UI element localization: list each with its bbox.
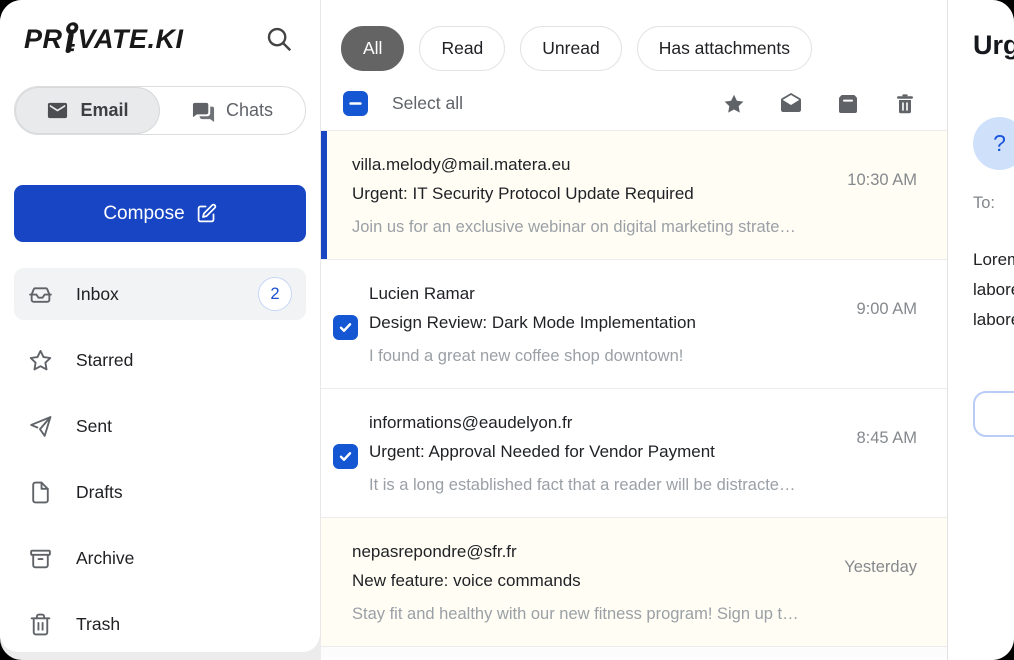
brand-text-post: VATE.KI	[78, 24, 184, 55]
email-body-line: Lorem	[973, 245, 1014, 275]
chat-icon	[192, 99, 215, 122]
compose-button[interactable]: Compose	[14, 185, 306, 242]
email-preview: Stay fit and healthy with our new fitnes…	[352, 599, 919, 629]
email-row[interactable]: Lucien Ramar Design Review: Dark Mode Im…	[321, 260, 947, 389]
email-body-line: labore	[973, 275, 1014, 305]
sidebar-nav: Inbox 2 Starred Sent Drafts	[14, 268, 306, 650]
star-selected-button[interactable]	[722, 92, 746, 116]
sidebar-item-label: Inbox	[76, 284, 119, 305]
sidebar-item-sent[interactable]: Sent	[14, 400, 306, 452]
brand-logo: PR VATE.KI	[24, 22, 184, 56]
star-icon	[28, 348, 53, 373]
email-rows: villa.melody@mail.matera.eu Urgent: IT S…	[321, 130, 947, 660]
email-preview: I found a great new coffee shop downtown…	[369, 341, 919, 371]
email-row-partial	[321, 647, 947, 657]
email-row[interactable]: villa.melody@mail.matera.eu Urgent: IT S…	[321, 131, 947, 260]
envelope-icon	[46, 99, 69, 122]
archive-filled-icon	[836, 92, 860, 116]
reading-pane: Urgent: IT Security Protocol Update Requ…	[948, 0, 1014, 660]
sender-avatar: ?	[973, 117, 1014, 170]
sidebar: PR VATE.KI Email	[0, 0, 321, 652]
brand-text-pre: PR	[24, 24, 63, 55]
email-sender: villa.melody@mail.matera.eu	[352, 150, 827, 179]
app-window: PR VATE.KI Email	[0, 0, 1014, 660]
select-all-checkbox[interactable]	[343, 91, 368, 116]
trash-filled-icon	[893, 92, 917, 116]
email-subject: New feature: voice commands	[352, 566, 827, 595]
sidebar-item-archive[interactable]: Archive	[14, 532, 306, 584]
email-sender: Lucien Ramar	[369, 279, 827, 308]
inbox-icon	[28, 282, 53, 307]
sidebar-item-trash[interactable]: Trash	[14, 598, 306, 650]
sidebar-header: PR VATE.KI	[14, 20, 306, 56]
compose-button-label: Compose	[103, 203, 184, 225]
sidebar-item-inbox[interactable]: Inbox 2	[14, 268, 306, 320]
email-time: 10:30 AM	[847, 171, 917, 190]
star-filled-icon	[722, 92, 746, 116]
search-icon	[264, 24, 294, 54]
search-button[interactable]	[262, 22, 296, 56]
send-icon	[28, 414, 53, 439]
email-checkbox[interactable]	[333, 444, 358, 469]
select-all-label: Select all	[392, 93, 463, 114]
email-subject: Urgent: Approval Needed for Vendor Payme…	[369, 437, 827, 466]
sidebar-item-drafts[interactable]: Drafts	[14, 466, 306, 518]
trash-icon	[28, 612, 53, 637]
email-list-panel: All Read Unread Has attachments Select a…	[321, 0, 948, 660]
email-body: Lorem labore labore	[973, 245, 1014, 335]
email-row[interactable]: nepasrepondre@sfr.fr New feature: voice …	[321, 518, 947, 647]
email-subject: Urgent: IT Security Protocol Update Requ…	[352, 179, 827, 208]
filter-chip-read[interactable]: Read	[419, 26, 505, 71]
mark-read-button[interactable]	[779, 92, 803, 116]
email-preview: Join us for an exclusive webinar on digi…	[352, 212, 919, 242]
email-time: Yesterday	[844, 558, 917, 577]
question-mark: ?	[993, 130, 1006, 157]
edit-icon	[196, 203, 217, 224]
email-subject: Design Review: Dark Mode Implementation	[369, 308, 827, 337]
email-row[interactable]: informations@eaudelyon.fr Urgent: Approv…	[321, 389, 947, 518]
toggle-email-label: Email	[80, 100, 128, 121]
email-time: 9:00 AM	[856, 300, 917, 319]
toggle-email[interactable]: Email	[15, 87, 160, 134]
email-checkbox[interactable]	[333, 315, 358, 340]
file-icon	[28, 480, 53, 505]
delete-selected-button[interactable]	[893, 92, 917, 116]
filter-chip-unread[interactable]: Unread	[520, 26, 621, 71]
reply-input[interactable]	[973, 391, 1014, 437]
sidebar-item-label: Trash	[76, 614, 120, 635]
email-body-line: labore	[973, 305, 1014, 335]
reading-pane-title: Urgent: IT Security Protocol Update Requ…	[973, 30, 1014, 61]
email-preview: It is a long established fact that a rea…	[369, 470, 919, 500]
filter-chip-all[interactable]: All	[341, 26, 404, 71]
unread-count-badge: 2	[258, 277, 292, 311]
archive-icon	[28, 546, 53, 571]
bulk-action-bar: Select all	[321, 91, 947, 130]
to-label: To:	[973, 194, 1014, 213]
email-chats-toggle: Email Chats	[14, 86, 306, 135]
sidebar-item-label: Drafts	[76, 482, 123, 503]
filter-chip-has-attachments[interactable]: Has attachments	[637, 26, 812, 71]
toggle-chats[interactable]: Chats	[160, 87, 305, 134]
bulk-actions	[722, 92, 917, 116]
email-sender: informations@eaudelyon.fr	[369, 408, 827, 437]
email-time: 8:45 AM	[856, 429, 917, 448]
sidebar-item-label: Starred	[76, 350, 133, 371]
sidebar-item-label: Archive	[76, 548, 134, 569]
sidebar-item-label: Sent	[76, 416, 112, 437]
sidebar-item-starred[interactable]: Starred	[14, 334, 306, 386]
archive-selected-button[interactable]	[836, 92, 860, 116]
mail-open-icon	[779, 92, 803, 116]
email-sender: nepasrepondre@sfr.fr	[352, 537, 827, 566]
filter-chips: All Read Unread Has attachments	[321, 0, 947, 91]
toggle-chats-label: Chats	[226, 100, 273, 121]
